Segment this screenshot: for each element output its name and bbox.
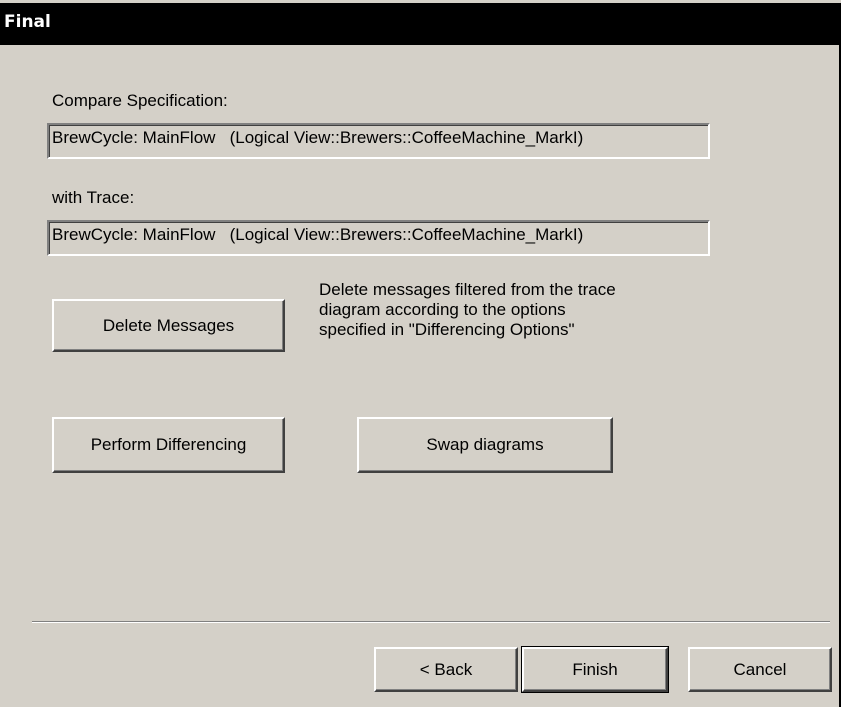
with-trace-label: with Trace:: [52, 188, 135, 207]
footer-separator: [32, 621, 830, 623]
finish-button[interactable]: Finish: [521, 646, 669, 693]
compare-specification-label: Compare Specification:: [52, 91, 228, 110]
back-button[interactable]: < Back: [374, 647, 518, 692]
swap-diagrams-button[interactable]: Swap diagrams: [357, 417, 613, 473]
window-title: Final: [4, 12, 51, 32]
cancel-button[interactable]: Cancel: [688, 647, 832, 692]
trace-field: BrewCycle: MainFlow (Logical View::Brewe…: [47, 220, 710, 256]
title-bar: Final: [0, 0, 841, 45]
delete-messages-button[interactable]: Delete Messages: [52, 299, 285, 352]
specification-field: BrewCycle: MainFlow (Logical View::Brewe…: [47, 123, 710, 159]
delete-messages-description: Delete messages filtered from the trace …: [319, 280, 616, 339]
perform-differencing-button[interactable]: Perform Differencing: [52, 417, 285, 473]
